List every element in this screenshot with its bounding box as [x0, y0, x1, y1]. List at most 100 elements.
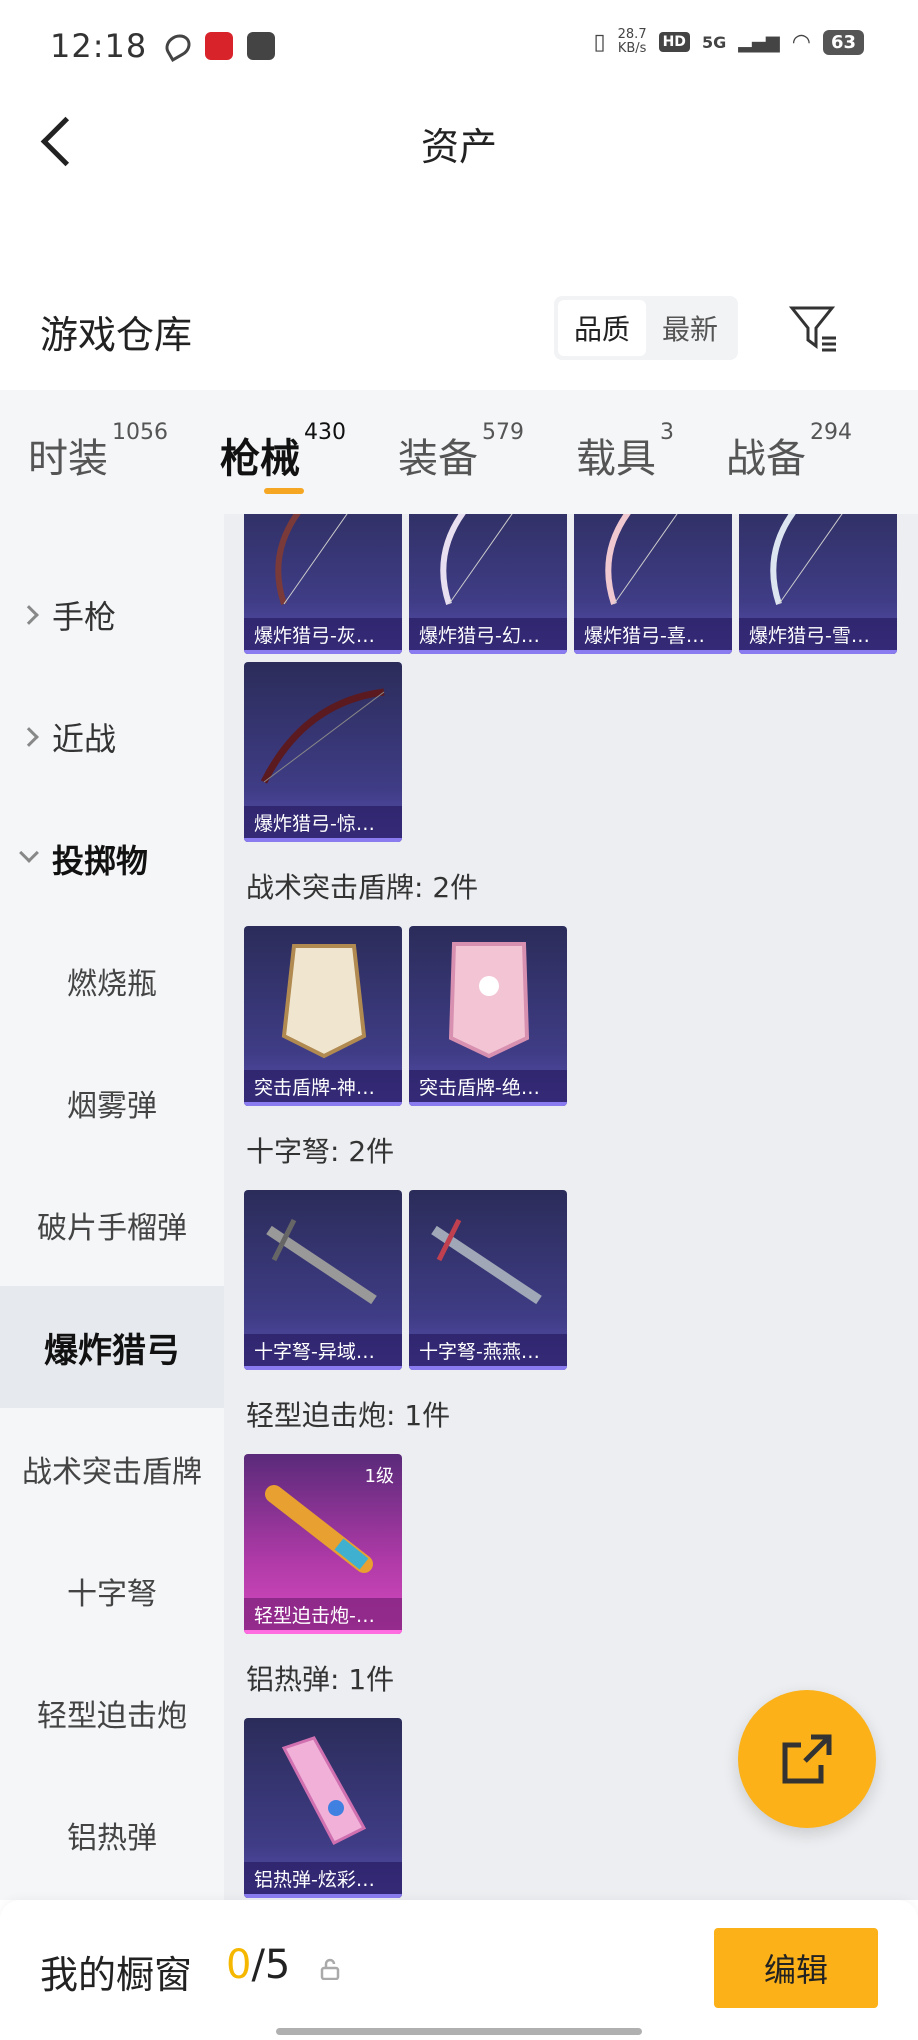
tab-vehicles[interactable]: 载具3 [576, 420, 674, 484]
leaf-app-icon [161, 29, 195, 63]
share-icon [782, 1734, 832, 1784]
shield-icon [281, 944, 367, 1059]
battery-level: 63 [822, 29, 864, 55]
item-card[interactable]: 十字弩-燕燕… [409, 1190, 567, 1370]
tab-count: 294 [810, 420, 852, 445]
signal-icon: ▂▄▆ [738, 31, 780, 53]
sidebar-item-throwables[interactable]: 投掷物 [0, 798, 224, 920]
tab-count: 430 [304, 420, 346, 445]
status-time: 12:18 [50, 27, 148, 65]
active-tab-indicator [264, 488, 304, 494]
wifi-icon: ◠ [791, 29, 811, 55]
sort-newest[interactable]: 最新 [646, 300, 734, 356]
sidebar-item-label: 近战 [52, 720, 117, 758]
category-sidebar: 手枪 近战 投掷物 燃烧瓶 烟雾弹 破片手榴弹 爆炸猎弓 战术突击盾牌 十字弩 … [0, 514, 224, 1900]
sidebar-item-smoke[interactable]: 烟雾弹 [0, 1042, 224, 1164]
sidebar-item-label: 手枪 [52, 598, 117, 636]
section-title-shield: 战术突击盾牌: 2件 [246, 871, 479, 904]
tab-equipment[interactable]: 装备579 [398, 420, 524, 484]
shield-icon [448, 942, 530, 1059]
item-name: 爆炸猎弓-灰… [244, 618, 402, 654]
tab-count: 3 [660, 420, 674, 445]
item-name: 十字弩-异域… [244, 1334, 402, 1370]
item-name: 突击盾牌-绝… [409, 1070, 567, 1106]
tab-label: 载具 [576, 436, 656, 482]
thermite-icon [281, 1736, 367, 1845]
item-card[interactable]: 突击盾牌-绝… [409, 926, 567, 1106]
network-speed: 28.7 KB/s [618, 28, 647, 56]
item-card[interactable]: 十字弩-异域… [244, 1190, 402, 1370]
page-title: 资产 [420, 125, 497, 169]
speed-unit: KB/s [617, 41, 647, 56]
lock-icon [320, 1958, 340, 1980]
sidebar-item-explosive-bow[interactable]: 爆炸猎弓 [0, 1286, 224, 1408]
sidebar-item-pistol[interactable]: 手枪 [0, 554, 224, 676]
item-name: 突击盾牌-神… [244, 1070, 402, 1106]
sidebar-item-melee[interactable]: 近战 [0, 676, 224, 798]
sidebar-item-label: 投掷物 [52, 842, 149, 880]
sort-quality[interactable]: 品质 [558, 300, 646, 356]
sidebar-item-shield[interactable]: 战术突击盾牌 [0, 1408, 224, 1530]
item-card[interactable]: 突击盾牌-神… [244, 926, 402, 1106]
item-card[interactable]: 铝热弹-炫彩… [244, 1718, 402, 1898]
item-level-badge: 1级 [364, 1466, 394, 1487]
chevron-right-icon [19, 605, 39, 625]
sidebar-item-frag[interactable]: 破片手榴弹 [0, 1164, 224, 1286]
bow-icon [440, 514, 513, 605]
speed-value: 28.7 [617, 27, 647, 42]
item-name: 爆炸猎弓-喜… [574, 618, 732, 654]
sidebar-item-crossbow[interactable]: 十字弩 [0, 1530, 224, 1652]
sidebar-item-thermite[interactable]: 铝热弹 [0, 1774, 224, 1896]
section-title-mortar: 轻型迫击炮: 1件 [246, 1399, 451, 1432]
item-card[interactable]: 爆炸猎弓-雪… [739, 514, 897, 654]
tab-firearms[interactable]: 枪械430 [220, 420, 346, 494]
tab-gear[interactable]: 战备294 [726, 420, 852, 484]
warehouse-title: 游戏仓库 [40, 313, 193, 357]
item-name: 铝热弹-炫彩… [244, 1862, 402, 1898]
edit-button[interactable]: 编辑 [714, 1928, 878, 2008]
showcase-label: 我的橱窗 [40, 1953, 193, 1997]
showcase-bar: 我的橱窗 0/5 编辑 [0, 1900, 918, 2040]
share-button[interactable] [738, 1690, 876, 1828]
sort-toggle: 品质 最新 [554, 296, 738, 360]
item-card[interactable]: 1级 轻型迫击炮-… [244, 1454, 402, 1634]
filter-icon[interactable] [786, 300, 842, 356]
vibrate-icon: ▯ [593, 29, 606, 55]
section-title-crossbow: 十字弩: 2件 [246, 1135, 395, 1168]
item-name: 十字弩-燕燕… [409, 1334, 567, 1370]
tab-count: 579 [482, 420, 524, 445]
item-name: 爆炸猎弓-雪… [739, 618, 897, 654]
message-app-icon [247, 32, 276, 60]
home-indicator[interactable] [276, 2028, 642, 2035]
chevron-down-icon [19, 843, 39, 863]
showcase-count: 0/5 [226, 1942, 290, 1988]
tab-label: 战备 [726, 436, 806, 482]
section-title-thermite: 铝热弹: 1件 [246, 1663, 395, 1696]
tab-label: 时装 [28, 436, 108, 482]
tab-label: 枪械 [220, 436, 300, 482]
bow-icon [605, 514, 678, 605]
bow-icon [260, 688, 385, 784]
crossbow-icon [266, 1218, 377, 1305]
item-name: 爆炸猎弓-惊… [244, 806, 402, 842]
sidebar-item-molotov[interactable]: 燃烧瓶 [0, 920, 224, 1042]
chevron-right-icon [19, 727, 39, 747]
tab-label: 装备 [398, 436, 478, 482]
red-app-icon [205, 32, 234, 60]
item-name: 轻型迫击炮-… [244, 1598, 402, 1634]
showcase-current: 0 [226, 1942, 252, 1988]
bow-icon [275, 514, 348, 605]
item-name: 爆炸猎弓-幻… [409, 618, 567, 654]
bow-icon [770, 514, 843, 605]
sidebar-item-mortar[interactable]: 轻型迫击炮 [0, 1652, 224, 1774]
item-card[interactable]: 爆炸猎弓-幻… [409, 514, 567, 654]
crossbow-icon [431, 1218, 542, 1305]
hd-badge: HD [658, 32, 690, 52]
item-card[interactable]: 爆炸猎弓-喜… [574, 514, 732, 654]
status-bar: 12:18 ▯ 28.7 KB/s HD 5G ▂▄▆ ◠ 63 [0, 0, 918, 92]
item-card[interactable]: 爆炸猎弓-灰… [244, 514, 402, 654]
showcase-total: /5 [251, 1942, 291, 1988]
tab-fashion[interactable]: 时装1056 [28, 420, 168, 484]
item-card[interactable]: 爆炸猎弓-惊… [244, 662, 402, 842]
nav-header: 资产 [0, 92, 918, 192]
